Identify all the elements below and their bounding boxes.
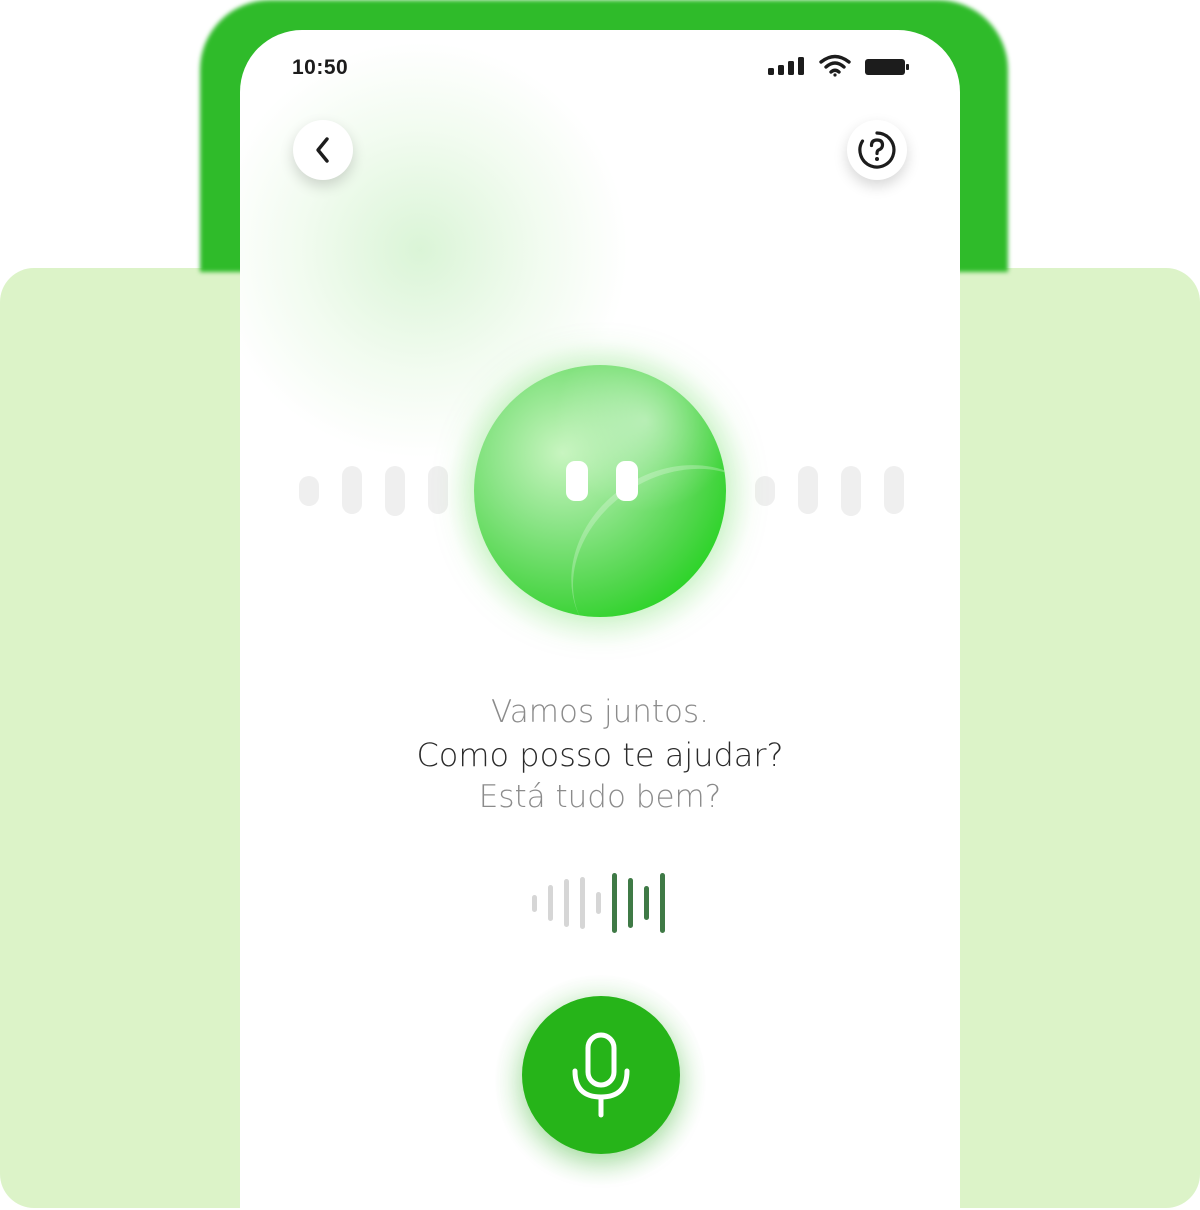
waveform-bar (660, 873, 665, 933)
waveform-bar (532, 895, 537, 912)
assistant-avatar-orb (474, 365, 726, 617)
sound-level-pill (299, 476, 319, 506)
sound-level-pill (884, 466, 904, 514)
battery-icon (865, 59, 909, 75)
sound-level-pill (755, 476, 775, 506)
help-button[interactable] (847, 120, 907, 180)
cellular-signal-icon (768, 57, 804, 75)
waveform-bar (644, 886, 649, 920)
prompt-previous: Vamos juntos. (491, 694, 709, 730)
avatar-eye-left (566, 461, 588, 501)
sound-level-pill (841, 466, 861, 516)
wifi-icon (819, 54, 851, 77)
waveform-bar (548, 885, 553, 921)
waveform-bar (596, 892, 601, 914)
sound-level-pill (385, 466, 405, 516)
sound-level-pill (342, 466, 362, 514)
prompt-next: Está tudo bem? (478, 779, 722, 815)
orb-highlight (532, 424, 726, 617)
phone-screen: 10:50 Vamos juntos. Como posso te ajudar… (240, 30, 960, 1210)
avatar-eye-right (616, 461, 638, 501)
prompt-current: Como posso te ajudar? (416, 736, 784, 774)
question-circle-icon (858, 131, 896, 169)
sound-level-pill (798, 466, 818, 514)
microphone-button[interactable] (522, 996, 680, 1154)
chevron-left-icon (316, 137, 329, 163)
voice-waveform (530, 870, 670, 936)
status-time: 10:50 (292, 56, 349, 79)
waveform-bar (612, 873, 617, 933)
waveform-bar (580, 877, 585, 929)
waveform-bar (564, 879, 569, 927)
microphone-icon (572, 1032, 630, 1118)
waveform-bar (628, 878, 633, 928)
back-button[interactable] (293, 120, 353, 180)
